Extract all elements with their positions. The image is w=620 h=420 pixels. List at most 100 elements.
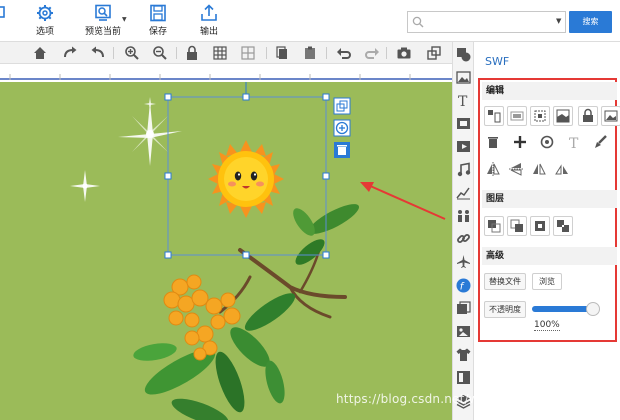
shirt-icon[interactable] <box>456 347 471 362</box>
fill-icon <box>556 109 570 123</box>
image-settings-icon <box>604 110 618 122</box>
watermark: https://blog.csdn.net/weixin_43744600 <box>336 392 578 406</box>
float-copy-button[interactable] <box>333 97 351 115</box>
lock-icon[interactable] <box>184 45 200 61</box>
rotate-button[interactable] <box>538 133 558 153</box>
music-icon[interactable] <box>456 162 471 177</box>
sparkle-large <box>118 102 182 166</box>
shape-icon[interactable] <box>456 47 471 62</box>
toolbar-divider <box>113 47 114 59</box>
copy-icon[interactable] <box>274 45 290 61</box>
browse-button[interactable]: 浏览 <box>532 273 562 290</box>
save-label: 保存 <box>148 27 167 37</box>
toolbar-divider <box>326 47 327 59</box>
align-icon <box>488 110 501 123</box>
crop-button[interactable] <box>530 106 550 126</box>
preview-icon <box>95 4 111 21</box>
send-backward-button[interactable] <box>530 216 550 236</box>
save-button[interactable]: 保存 <box>145 4 171 37</box>
undo-icon[interactable] <box>336 45 352 61</box>
fill-button[interactable] <box>553 106 573 126</box>
airplane-icon[interactable] <box>456 254 471 269</box>
chevron-down-icon[interactable]: ▼ <box>122 16 127 23</box>
bring-forward-button[interactable] <box>507 216 527 236</box>
preview-button[interactable]: 预览当前 ▼ <box>76 4 130 37</box>
svg-text:T: T <box>458 94 468 108</box>
undo-step-icon[interactable] <box>90 45 106 61</box>
swf-properties-box: 编辑 T 图层 高级 替换文件 浏览 不透明度 100% <box>478 78 620 342</box>
chevron-down-icon: ▼ <box>556 17 562 25</box>
grid-icon[interactable] <box>212 45 228 61</box>
plus-icon <box>514 136 526 148</box>
flip-vertical-button[interactable] <box>507 160 527 180</box>
camera-icon[interactable] <box>396 45 412 61</box>
float-delete-button[interactable] <box>334 142 350 158</box>
bring-forward-icon <box>510 219 523 232</box>
edit-toolbar <box>0 42 452 64</box>
opacity-slider-thumb[interactable] <box>586 302 600 316</box>
search-button[interactable]: 搜索 <box>569 11 612 33</box>
replace-file-button[interactable]: 替换文件 <box>484 273 526 290</box>
toolbar-divider <box>176 47 177 59</box>
swf-icon[interactable]: f <box>456 278 471 293</box>
toolbar-partial-button[interactable] <box>0 4 6 22</box>
image-icon[interactable] <box>456 70 471 85</box>
layout-icon[interactable] <box>456 370 471 385</box>
flip-horizontal-button[interactable] <box>484 160 504 180</box>
chart-icon[interactable] <box>456 185 471 200</box>
text-icon: T <box>569 136 579 152</box>
search-input[interactable] <box>407 11 566 33</box>
send-to-back-button[interactable] <box>553 216 573 236</box>
video-icon[interactable] <box>456 139 471 154</box>
lock-button[interactable] <box>578 106 598 126</box>
ruler <box>0 64 452 80</box>
opacity-slider[interactable] <box>532 302 600 316</box>
paste-icon[interactable] <box>302 45 318 61</box>
skew-left-button[interactable] <box>530 160 550 180</box>
zoom-out-icon[interactable] <box>152 45 168 61</box>
fit-width-button[interactable] <box>507 106 527 126</box>
gear-icon <box>37 5 53 21</box>
opacity-label: 不透明度 <box>484 301 526 318</box>
send-backward-icon <box>535 221 545 231</box>
sparkle-tiny <box>144 97 156 111</box>
send-back-icon <box>557 220 569 232</box>
text-style-button[interactable]: T <box>565 133 585 153</box>
crop-icon <box>534 110 546 122</box>
align-top-left-button[interactable] <box>484 106 504 126</box>
frame-icon[interactable] <box>456 116 471 131</box>
skew-left-icon <box>533 163 546 175</box>
gallery-icon[interactable] <box>456 301 471 316</box>
snap-icon[interactable] <box>240 45 256 61</box>
photo-icon[interactable] <box>456 324 471 339</box>
text-icon[interactable]: T <box>456 93 471 108</box>
flip-vertical-icon <box>509 163 523 176</box>
section-edit-header: 编辑 <box>482 82 617 100</box>
annotation-arrow <box>360 182 446 220</box>
search-dropdown[interactable]: ▼ <box>552 11 568 33</box>
skew-right-button[interactable] <box>553 160 573 180</box>
add-button[interactable] <box>511 133 531 153</box>
trash-icon <box>488 137 498 148</box>
zoom-in-icon[interactable] <box>124 45 140 61</box>
home-icon[interactable] <box>32 45 48 61</box>
bring-to-front-button[interactable] <box>484 216 504 236</box>
opacity-value[interactable]: 100% <box>534 320 560 331</box>
main-toolbar: 选项 预览当前 ▼ 保存 输出 ▼ 搜索 <box>0 0 620 42</box>
options-button[interactable]: 选项 <box>30 4 60 37</box>
export-button[interactable]: 输出 <box>196 4 222 37</box>
resize-icon[interactable] <box>426 45 442 61</box>
canvas-artwork <box>70 82 446 420</box>
search-icon <box>412 16 424 28</box>
redo-icon[interactable] <box>364 45 380 61</box>
redo-step-icon[interactable] <box>62 45 78 61</box>
tool-strip: T f <box>452 42 474 420</box>
link-icon[interactable] <box>456 231 471 246</box>
image-settings-button[interactable] <box>601 106 620 126</box>
design-canvas[interactable] <box>0 82 452 420</box>
section-advanced-header: 高级 <box>482 247 617 265</box>
float-add-button[interactable] <box>333 119 351 137</box>
brush-button[interactable] <box>592 133 612 153</box>
people-icon[interactable] <box>456 208 471 223</box>
delete-button[interactable] <box>484 133 504 153</box>
